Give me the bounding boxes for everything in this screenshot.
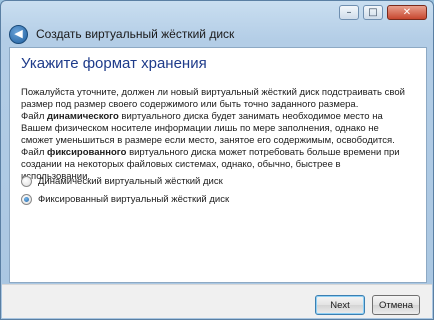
radio-fixed-label[interactable]: Фиксированный виртуальный жёсткий диск [38, 194, 229, 205]
radio-fixed[interactable]: Фиксированный виртуальный жёсткий диск [21, 192, 229, 206]
radio-button[interactable] [21, 175, 32, 187]
wizard-header: ◀ Создать виртуальный жёсткий диск [9, 23, 425, 45]
fixed-prefix: Файл [21, 147, 47, 158]
dynamic-description: Файл динамического виртуального диска бу… [21, 111, 411, 147]
intro-text: Пожалуйста уточните, должен ли новый вир… [21, 87, 405, 110]
radio-dynamic-label[interactable]: Динамический виртуальный жёсткий диск [38, 176, 223, 187]
dynamic-keyword: динамического [47, 111, 119, 122]
dynamic-prefix: Файл [21, 111, 47, 122]
radio-dot [24, 196, 29, 202]
maximize-icon[interactable]: □ [363, 5, 383, 20]
close-icon[interactable]: ✕ [387, 5, 427, 20]
title-bar[interactable]: – □ ✕ [1, 1, 433, 25]
radio-dynamic[interactable]: Динамический виртуальный жёсткий диск [21, 174, 223, 188]
fixed-keyword: фиксированного [47, 147, 127, 158]
minimize-icon[interactable]: – [339, 5, 359, 20]
cancel-button[interactable]: Отмена [372, 295, 420, 315]
page-title: Укажите формат хранения [21, 55, 207, 72]
radio-button-selected[interactable] [21, 193, 32, 205]
wizard-page: Укажите формат хранения Пожалуйста уточн… [9, 47, 427, 283]
window-controls: – □ ✕ [339, 5, 427, 20]
window-title: Создать виртуальный жёсткий диск [36, 27, 235, 41]
button-bar: Next Отмена [2, 284, 432, 318]
wizard-window: – □ ✕ ◀ Создать виртуальный жёсткий диск… [0, 0, 434, 320]
back-arrow-icon[interactable]: ◀ [9, 24, 28, 44]
next-button[interactable]: Next [315, 295, 365, 315]
